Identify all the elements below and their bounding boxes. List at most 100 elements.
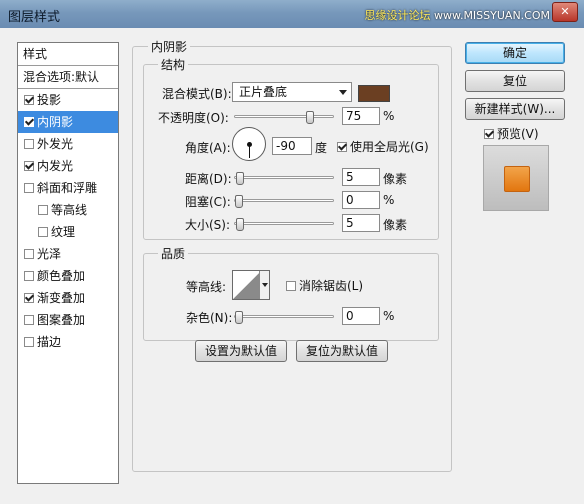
style-list-item-label: 描边 xyxy=(37,335,62,349)
opacity-slider-thumb[interactable] xyxy=(305,111,314,124)
contour-label: 等高线: xyxy=(186,280,227,294)
style-list-item-label: 等高线 xyxy=(51,203,88,217)
title-bar: 图层样式 思缘设计论坛 www.MISSYUAN.COM ✕ xyxy=(0,0,584,29)
style-checkbox[interactable] xyxy=(24,161,34,171)
style-checkbox[interactable] xyxy=(24,315,34,325)
angle-label: 角度(A): xyxy=(185,141,231,155)
preview-label: 预览(V) xyxy=(497,127,539,141)
chevron-down-icon xyxy=(339,90,347,95)
watermark-url: www.MISSYUAN.COM xyxy=(433,9,550,22)
noise-input[interactable]: 0 xyxy=(342,307,380,325)
noise-slider-thumb[interactable] xyxy=(235,311,243,324)
preview-thumbnail xyxy=(504,166,530,192)
size-slider[interactable] xyxy=(234,218,334,231)
style-list-item[interactable]: 内阴影 xyxy=(18,111,118,133)
blend-mode-value: 正片叠底 xyxy=(239,85,288,99)
style-list-item[interactable]: 渐变叠加 xyxy=(18,287,118,309)
style-list-item-label: 外发光 xyxy=(37,137,74,151)
blend-mode-select[interactable]: 正片叠底 xyxy=(232,82,352,102)
dialog-body: 样式 混合选项:默认 投影 内阴影 外发光 内发光 斜面和浮雕 等高线 纹理 光泽 颜色叠加 渐变… xyxy=(0,28,584,504)
style-checkbox[interactable] xyxy=(24,293,34,303)
style-checkbox[interactable] xyxy=(24,183,34,193)
style-list-item[interactable]: 投影 xyxy=(18,89,118,111)
choke-label: 阻塞(C): xyxy=(185,195,231,209)
size-unit: 像素 xyxy=(383,218,408,232)
choke-input[interactable]: 0 xyxy=(342,191,380,209)
style-list-item[interactable]: 等高线 xyxy=(18,199,118,221)
style-preview xyxy=(483,145,549,211)
style-list-item[interactable]: 外发光 xyxy=(18,133,118,155)
style-list-item[interactable]: 光泽 xyxy=(18,243,118,265)
opacity-input[interactable]: 75 xyxy=(342,107,380,125)
style-list-item[interactable]: 斜面和浮雕 xyxy=(18,177,118,199)
style-checkbox[interactable] xyxy=(24,139,34,149)
antialias-checkbox[interactable] xyxy=(286,281,296,291)
watermark-site: 思缘设计论坛 xyxy=(364,9,431,22)
choke-slider-thumb[interactable] xyxy=(235,195,243,208)
distance-label: 距离(D): xyxy=(185,172,232,186)
close-button[interactable]: ✕ xyxy=(552,2,578,22)
size-input[interactable]: 5 xyxy=(342,214,380,232)
size-label: 大小(S): xyxy=(185,218,231,232)
style-checkbox[interactable] xyxy=(24,337,34,347)
reset-button[interactable]: 复位 xyxy=(465,70,565,92)
style-checkbox[interactable] xyxy=(38,227,48,237)
inner-shadow-title: 内阴影 xyxy=(148,38,191,55)
blend-mode-label: 混合模式(B): xyxy=(162,87,232,101)
style-list: 样式 混合选项:默认 投影内阴影外发光内发光斜面和浮雕等高线纹理光泽颜色叠加渐变… xyxy=(17,42,119,484)
angle-input[interactable]: -90 xyxy=(272,137,312,155)
antialias-label: 消除锯齿(L) xyxy=(299,279,364,293)
style-checkbox[interactable] xyxy=(24,95,34,105)
opacity-label: 不透明度(O): xyxy=(158,111,229,125)
global-light-checkbox[interactable] xyxy=(337,142,347,152)
opacity-unit: % xyxy=(383,109,395,123)
style-list-item[interactable]: 图案叠加 xyxy=(18,309,118,331)
angle-dial-center xyxy=(247,142,252,147)
distance-slider-thumb[interactable] xyxy=(236,172,244,185)
distance-slider[interactable] xyxy=(234,172,334,185)
make-default-button[interactable]: 设置为默认值 xyxy=(195,340,287,362)
antialias-checkbox-row[interactable]: 消除锯齿(L) xyxy=(286,277,363,294)
quality-title: 品质 xyxy=(158,245,189,262)
shadow-color-swatch[interactable] xyxy=(358,85,390,102)
distance-unit: 像素 xyxy=(383,172,408,186)
style-checkbox[interactable] xyxy=(24,271,34,281)
style-list-item-label: 图案叠加 xyxy=(37,313,86,327)
noise-slider[interactable] xyxy=(234,311,334,324)
noise-unit: % xyxy=(383,309,395,323)
style-checkbox[interactable] xyxy=(24,249,34,259)
style-checkbox[interactable] xyxy=(38,205,48,215)
style-list-item[interactable]: 纹理 xyxy=(18,221,118,243)
preview-checkbox[interactable] xyxy=(484,129,494,139)
reset-default-button[interactable]: 复位为默认值 xyxy=(296,340,388,362)
window-title: 图层样式 xyxy=(8,10,61,25)
contour-picker[interactable] xyxy=(232,270,270,300)
style-list-header[interactable]: 样式 xyxy=(18,43,118,66)
style-list-item-label: 斜面和浮雕 xyxy=(37,181,98,195)
preview-checkbox-row[interactable]: 预览(V) xyxy=(484,125,539,142)
ok-button[interactable]: 确定 xyxy=(465,42,565,64)
blend-options-item[interactable]: 混合选项:默认 xyxy=(18,66,118,89)
style-list-item[interactable]: 颜色叠加 xyxy=(18,265,118,287)
choke-slider[interactable] xyxy=(234,195,334,208)
style-list-item[interactable]: 描边 xyxy=(18,331,118,353)
global-light-checkbox-row[interactable]: 使用全局光(G) xyxy=(337,138,429,155)
style-list-item-label: 纹理 xyxy=(51,225,76,239)
style-list-item-label: 渐变叠加 xyxy=(37,291,86,305)
distance-input[interactable]: 5 xyxy=(342,168,380,186)
watermark: 思缘设计论坛 www.MISSYUAN.COM xyxy=(364,7,550,23)
quality-group xyxy=(143,253,439,341)
style-checkbox[interactable] xyxy=(24,117,34,127)
contour-curve-icon xyxy=(233,271,261,299)
new-style-button[interactable]: 新建样式(W)... xyxy=(465,98,565,120)
structure-title: 结构 xyxy=(158,56,189,73)
style-list-item-label: 内阴影 xyxy=(37,115,74,129)
size-slider-thumb[interactable] xyxy=(236,218,244,231)
global-light-label: 使用全局光(G) xyxy=(350,140,429,154)
opacity-slider[interactable] xyxy=(234,111,334,124)
contour-dropdown-arrow[interactable] xyxy=(259,271,269,299)
style-list-item-label: 颜色叠加 xyxy=(37,269,86,283)
style-list-item-label: 光泽 xyxy=(37,247,62,261)
style-list-item[interactable]: 内发光 xyxy=(18,155,118,177)
angle-dial[interactable] xyxy=(232,127,266,161)
